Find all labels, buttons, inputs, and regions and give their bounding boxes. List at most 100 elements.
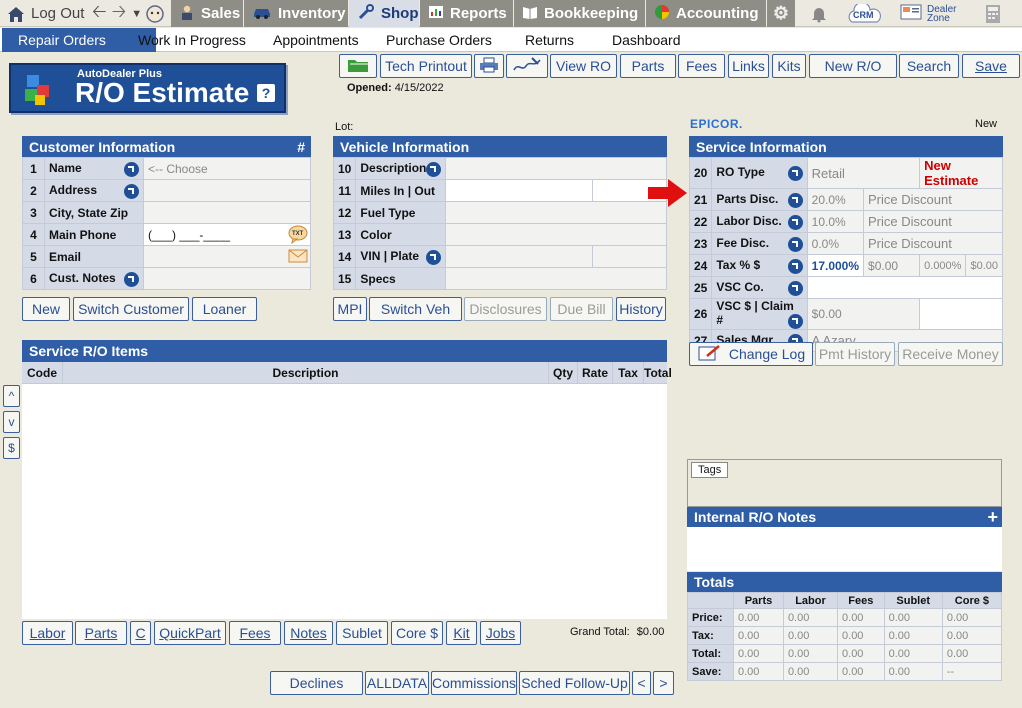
disclosures-button[interactable]: Disclosures	[464, 297, 547, 321]
view-ro-button[interactable]: View RO	[550, 54, 617, 78]
save-button[interactable]: Save	[962, 54, 1020, 78]
internal-notes-area[interactable]	[687, 527, 1002, 571]
subnav-dashboard[interactable]: Dashboard	[612, 28, 681, 52]
user-avatar-icon[interactable]	[145, 0, 165, 27]
add-jobs-button[interactable]: Jobs	[480, 621, 521, 645]
payment-history-button[interactable]: Pmt History	[815, 342, 895, 366]
lookup-arrow-icon[interactable]	[787, 280, 803, 296]
customer-name-field[interactable]: <-- Choose	[143, 157, 311, 180]
change-log-button[interactable]: Change Log	[689, 342, 813, 366]
subnav-work-in-progress[interactable]: Work In Progress	[138, 28, 246, 52]
vehicle-description-field[interactable]	[445, 157, 667, 180]
column-qty[interactable]: Qty	[549, 362, 578, 383]
fee-disc-value[interactable]: 0.0%	[806, 232, 865, 255]
tab-shop[interactable]: Shop	[349, 0, 419, 27]
move-up-button[interactable]: ^	[3, 385, 20, 407]
plate-field[interactable]	[592, 245, 667, 268]
kits-toolbar-button[interactable]: Kits	[772, 54, 806, 78]
alldata-button[interactable]: ALLDATA	[365, 671, 429, 695]
column-rate[interactable]: Rate	[578, 362, 613, 383]
vin-field[interactable]	[445, 245, 594, 268]
color-field[interactable]	[445, 223, 667, 246]
add-parts-button[interactable]: Parts	[75, 621, 127, 645]
parts-disc-type[interactable]: Price Discount	[863, 188, 1003, 211]
calculator-icon[interactable]	[985, 0, 1001, 27]
crm-button[interactable]: CRM	[846, 0, 882, 27]
lookup-arrow-icon[interactable]	[787, 236, 803, 252]
history-button[interactable]: History	[616, 297, 666, 321]
chevron-down-icon[interactable]: ▼	[131, 8, 142, 20]
sched-follow-up-button[interactable]: Sched Follow-Up	[519, 671, 630, 695]
lookup-arrow-icon[interactable]	[787, 214, 803, 230]
new-ro-button[interactable]: New R/O	[809, 54, 897, 78]
back-arrow-icon[interactable]: 🡠	[92, 0, 107, 29]
text-message-icon[interactable]: TXT	[288, 225, 308, 247]
subnav-purchase-orders[interactable]: Purchase Orders	[386, 28, 492, 52]
help-icon[interactable]: ?	[257, 84, 275, 102]
lookup-arrow-icon[interactable]	[787, 314, 803, 329]
move-down-button[interactable]: v	[3, 411, 20, 433]
forward-arrow-icon[interactable]: 🡢	[112, 0, 127, 29]
lookup-arrow-icon[interactable]	[124, 183, 139, 199]
miles-in-field[interactable]	[445, 179, 594, 202]
tech-printout-button[interactable]: Tech Printout	[380, 54, 472, 78]
commissions-button[interactable]: Commissions	[431, 671, 517, 695]
fees-toolbar-button[interactable]: Fees	[678, 54, 725, 78]
ro-type-value[interactable]: Retail	[806, 157, 921, 189]
tab-sales[interactable]: Sales	[171, 0, 243, 27]
lookup-arrow-icon[interactable]	[426, 161, 442, 177]
links-button[interactable]: Links	[728, 54, 769, 78]
add-fees-button[interactable]: Fees	[229, 621, 281, 645]
fee-disc-type[interactable]: Price Discount	[863, 232, 1003, 255]
sign-button[interactable]	[506, 54, 548, 78]
previous-button[interactable]: <	[632, 671, 651, 695]
add-c-button[interactable]: C	[130, 621, 151, 645]
add-labor-button[interactable]: Labor	[22, 621, 73, 645]
add-sublet-button[interactable]: Sublet	[336, 621, 388, 645]
customer-email-field[interactable]	[143, 245, 311, 268]
column-description[interactable]: Description	[63, 362, 549, 383]
subnav-returns[interactable]: Returns	[525, 28, 574, 52]
search-button[interactable]: Search	[899, 54, 959, 78]
open-folder-button[interactable]	[339, 54, 377, 78]
bell-icon[interactable]	[810, 0, 828, 27]
pricing-button[interactable]: $	[3, 437, 20, 459]
tags-label[interactable]: Tags	[691, 462, 729, 478]
tab-bookkeeping[interactable]: Bookkeeping	[514, 0, 645, 27]
tab-inventory[interactable]: Inventory	[244, 0, 348, 27]
vsc-claim-number-field[interactable]	[919, 298, 1003, 330]
tax-rate-value[interactable]: 17.000%	[806, 254, 865, 277]
logout-link[interactable]: Log Out	[6, 0, 84, 27]
next-button[interactable]: >	[653, 671, 674, 695]
column-total[interactable]: Total	[644, 362, 672, 383]
receive-money-button[interactable]: Receive Money	[898, 342, 1003, 366]
history-nav[interactable]: 🡠 🡢 ▼	[92, 0, 142, 27]
settings-button[interactable]: ⚙	[767, 0, 795, 27]
lookup-arrow-icon[interactable]	[124, 271, 139, 287]
column-code[interactable]: Code	[22, 362, 63, 383]
switch-customer-button[interactable]: Switch Customer	[73, 297, 189, 321]
lookup-arrow-icon[interactable]	[787, 258, 803, 274]
add-core-button[interactable]: Core $	[391, 621, 443, 645]
customer-city-field[interactable]	[143, 201, 311, 224]
envelope-icon[interactable]	[288, 249, 308, 266]
parts-disc-value[interactable]: 20.0%	[806, 188, 865, 211]
lookup-arrow-icon[interactable]	[787, 166, 803, 181]
quickpart-button[interactable]: QuickPart	[154, 621, 226, 645]
customer-phone-field[interactable]: (___) ___-____ TXT	[143, 223, 311, 247]
fuel-type-field[interactable]	[445, 201, 667, 224]
print-button[interactable]	[474, 54, 504, 78]
declines-button[interactable]: Declines	[270, 671, 363, 695]
dealer-zone-link[interactable]: Dealer Zone	[900, 0, 956, 27]
tab-reports[interactable]: Reports	[420, 0, 513, 27]
lookup-arrow-icon[interactable]	[787, 192, 803, 208]
vsc-company-field[interactable]	[806, 276, 1004, 299]
parts-toolbar-button[interactable]: Parts	[620, 54, 676, 78]
lookup-arrow-icon[interactable]	[426, 249, 442, 265]
switch-vehicle-button[interactable]: Switch Veh	[369, 297, 462, 321]
vsc-amount-field[interactable]: $0.00	[806, 298, 921, 330]
mpi-button[interactable]: MPI	[333, 297, 367, 321]
add-note-icon[interactable]: +	[987, 507, 998, 528]
specs-field[interactable]	[445, 267, 667, 290]
due-bill-button[interactable]: Due Bill	[550, 297, 613, 321]
